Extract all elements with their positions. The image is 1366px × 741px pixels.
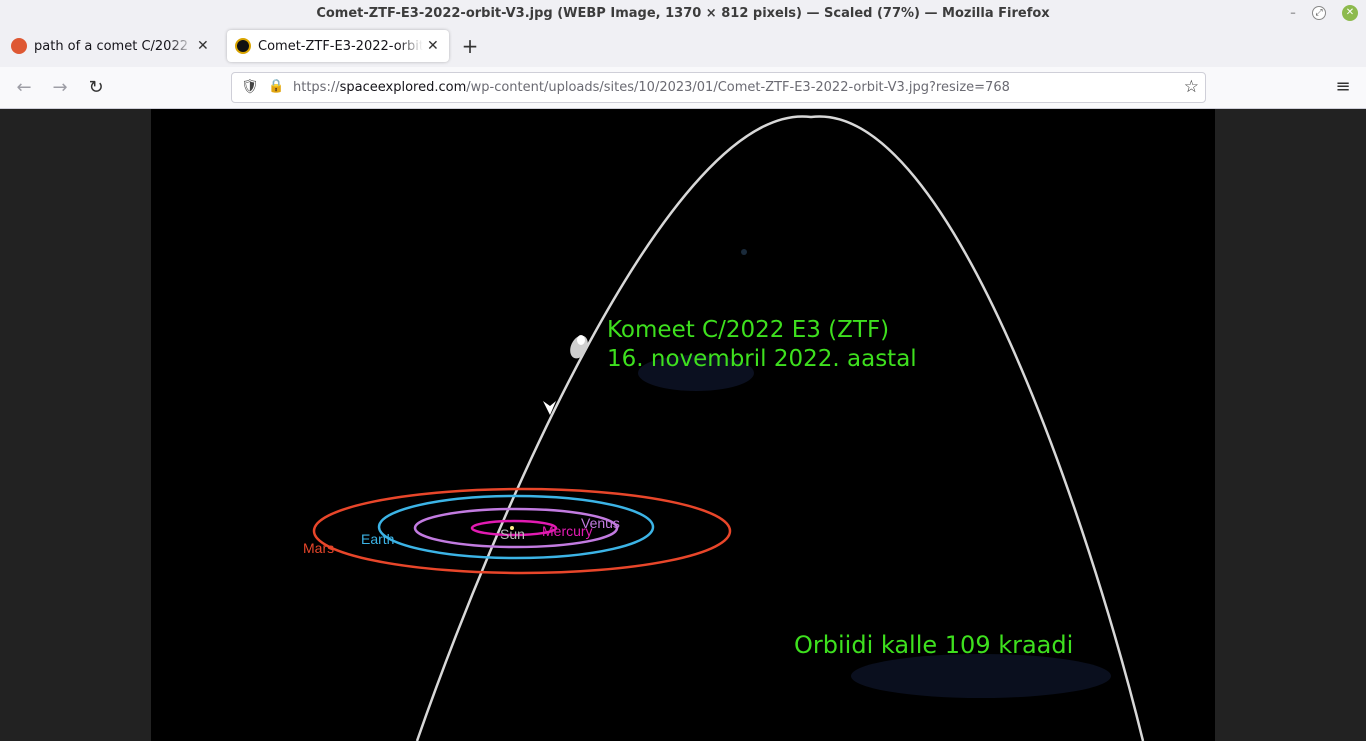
mars-label: Mars xyxy=(303,540,334,556)
tab-label: path of a comet C/2022 E3 (ZTF) xyxy=(34,38,193,54)
bookmark-star-icon[interactable]: ☆ xyxy=(1184,77,1199,97)
url-prefix: https:// xyxy=(293,80,340,95)
url-host: spaceexplored.com xyxy=(339,80,467,95)
close-icon[interactable]: ✕ xyxy=(197,38,211,54)
orbit-diagram: Mars Earth Venus Mercury Sun Komeet C/20… xyxy=(303,115,1145,741)
hamburger-menu-button[interactable]: ≡ xyxy=(1332,76,1354,98)
url-bar[interactable]: 🛡 🔒 https://spaceexplored.com/wp-content… xyxy=(231,72,1206,103)
comet-name-label: Komeet C/2022 E3 (ZTF) xyxy=(607,317,889,343)
url-text[interactable]: https://spaceexplored.com/wp-content/upl… xyxy=(293,80,1010,95)
close-icon[interactable]: ✕ xyxy=(427,38,441,54)
inclination-label: Orbiidi kalle 109 kraadi xyxy=(794,631,1073,659)
forward-button[interactable]: → xyxy=(48,76,72,100)
comet-nucleus xyxy=(577,335,585,345)
maximize-button[interactable]: ⤢ xyxy=(1312,6,1326,20)
tab-label: Comet-ZTF-E3-2022-orbit-V3.jpg xyxy=(258,38,423,54)
window-title: Comet-ZTF-E3-2022-orbit-V3.jpg (WEBP Ima… xyxy=(316,6,1050,21)
sun-label: Sun xyxy=(500,526,525,542)
comet-date-label: 16. novembril 2022. aastal xyxy=(607,346,917,372)
close-window-button[interactable]: ✕ xyxy=(1342,5,1358,21)
earth-label: Earth xyxy=(361,531,394,547)
shield-icon[interactable]: 🛡 xyxy=(241,79,259,95)
tab-comet-image[interactable]: Comet-ZTF-E3-2022-orbit-V3.jpg ✕ xyxy=(227,30,449,62)
tab-strip: path of a comet C/2022 E3 (ZTF) ✕ Comet-… xyxy=(0,27,1366,67)
background-star xyxy=(741,249,747,255)
site-icon xyxy=(235,38,251,54)
comet-orbit-image[interactable]: Mars Earth Venus Mercury Sun Komeet C/20… xyxy=(151,109,1215,741)
background-smudge xyxy=(851,654,1111,698)
title-bar: Comet-ZTF-E3-2022-orbit-V3.jpg (WEBP Ima… xyxy=(0,0,1366,27)
url-path: /wp-content/uploads/sites/10/2023/01/Com… xyxy=(466,80,1010,95)
tab-search-results[interactable]: path of a comet C/2022 E3 (ZTF) ✕ xyxy=(3,30,219,62)
image-viewer: Mars Earth Venus Mercury Sun Komeet C/20… xyxy=(0,109,1366,741)
navigation-toolbar: ← → ↻ 🛡 🔒 https://spaceexplored.com/wp-c… xyxy=(0,67,1366,109)
lock-icon[interactable]: 🔒 xyxy=(268,79,284,94)
minimize-button[interactable]: – xyxy=(1285,5,1301,21)
back-button[interactable]: ← xyxy=(12,76,36,100)
reload-button[interactable]: ↻ xyxy=(84,76,108,100)
new-tab-button[interactable]: + xyxy=(459,35,481,57)
firefox-window: Comet-ZTF-E3-2022-orbit-V3.jpg (WEBP Ima… xyxy=(0,0,1366,741)
mercury-label: Mercury xyxy=(542,523,593,539)
duckduckgo-icon xyxy=(11,38,27,54)
